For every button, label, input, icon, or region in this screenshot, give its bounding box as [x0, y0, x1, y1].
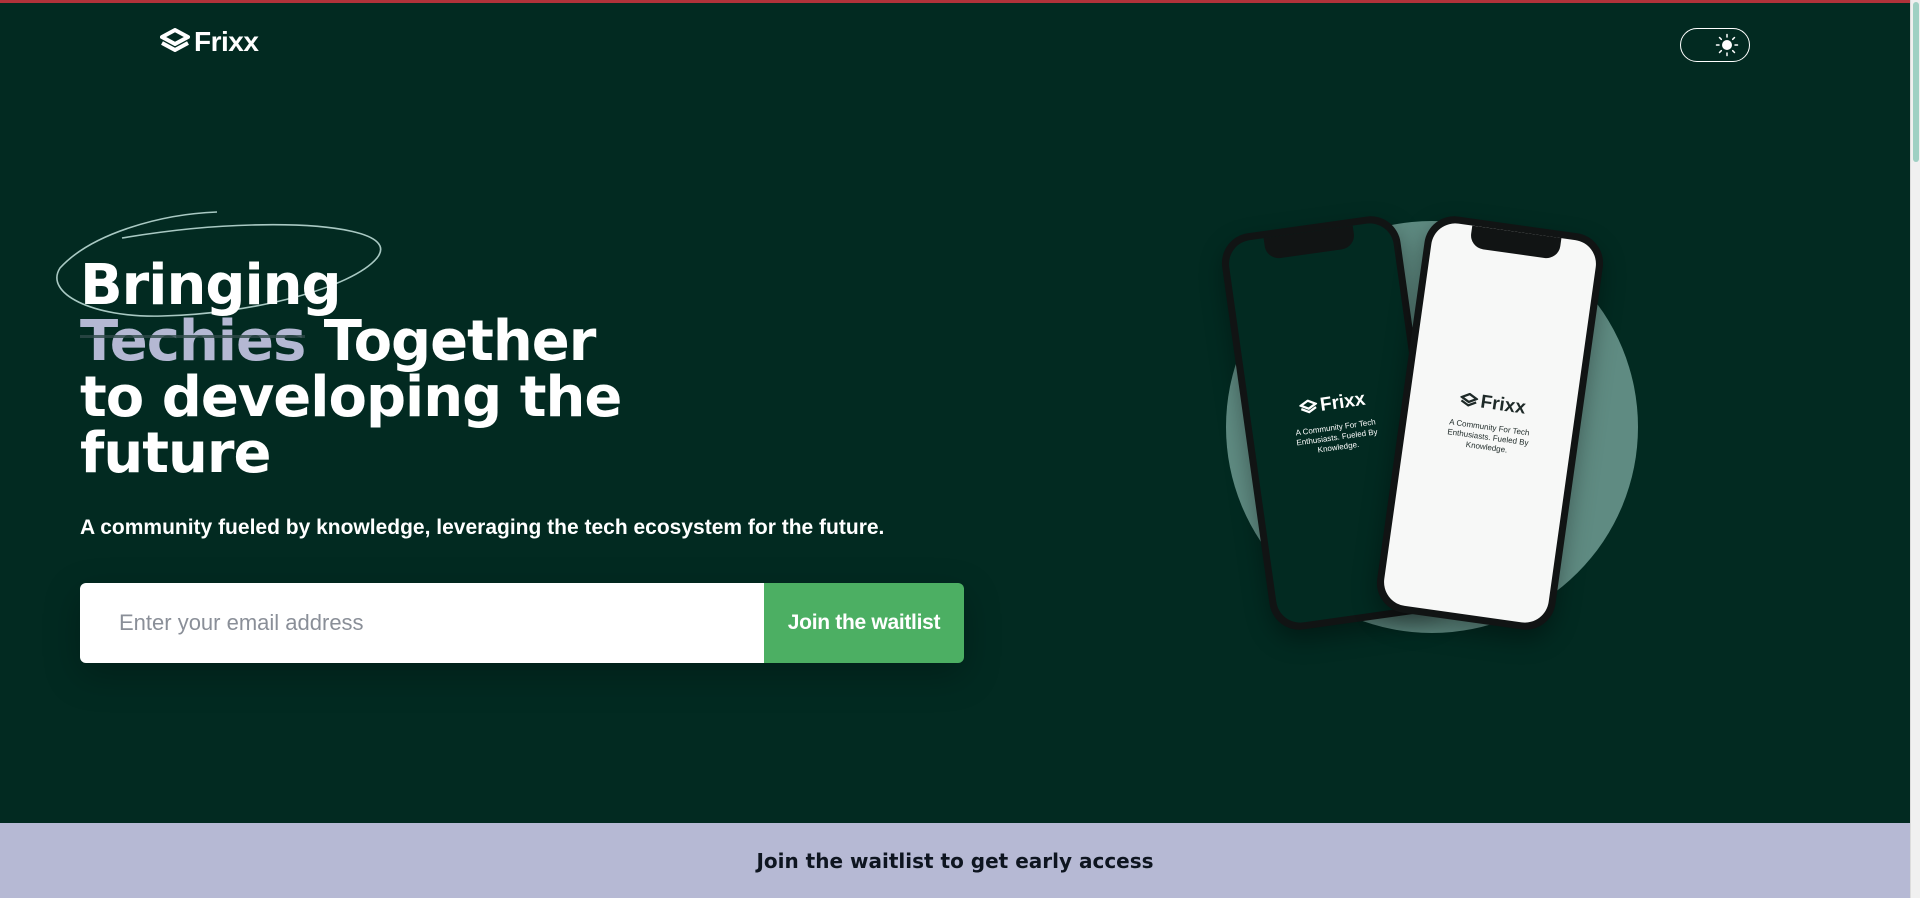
- frixx-logo-icon: [160, 28, 190, 52]
- scrollbar-thumb[interactable]: [1913, 2, 1919, 162]
- hero-headline: Bringing Techies Together to developing …: [80, 258, 640, 482]
- phone-logo-dark: Frixx: [1298, 389, 1367, 420]
- phone-tagline-dark: A Community For Tech Enthusiasts. Fueled…: [1295, 417, 1379, 455]
- headline-line-2: Techies Together: [80, 314, 640, 370]
- waitlist-form: Join the waitlist: [80, 583, 964, 663]
- banner-text: Join the waitlist to get early access: [756, 848, 1154, 873]
- sun-icon: [1715, 33, 1739, 57]
- headline-line-3: to developing the: [80, 365, 622, 430]
- headline-highlight-word: Techies: [80, 309, 306, 374]
- phone-brand-light: Frixx: [1479, 391, 1528, 419]
- headline-line-1: Bringing: [80, 253, 342, 318]
- phone-brand-dark: Frixx: [1318, 388, 1367, 416]
- hero-section: Frixx Bringing Techies Together to devel…: [0, 3, 1910, 823]
- phone-tagline-light: A Community For Tech Enthusiasts. Fueled…: [1446, 417, 1530, 455]
- phone-mockups: Frixx A Community For Tech Enthusiasts. …: [1200, 203, 1660, 643]
- hero-subtitle: A community fueled by knowledge, leverag…: [80, 516, 885, 539]
- phone-notch: [1469, 225, 1562, 260]
- frixx-logo-icon: [1459, 392, 1479, 407]
- early-access-banner: Join the waitlist to get early access: [0, 823, 1910, 898]
- phone-notch: [1263, 225, 1356, 260]
- join-waitlist-button[interactable]: Join the waitlist: [764, 583, 964, 663]
- frixx-logo-icon: [1298, 399, 1318, 414]
- page-scrollbar[interactable]: [1910, 0, 1920, 898]
- brand-name: Frixx: [194, 26, 259, 57]
- headline-line-4: future: [80, 421, 271, 486]
- theme-toggle[interactable]: [1680, 28, 1750, 62]
- brand-logo[interactable]: Frixx: [160, 26, 259, 57]
- email-input[interactable]: [80, 583, 764, 663]
- phone-logo-light: Frixx: [1458, 389, 1527, 420]
